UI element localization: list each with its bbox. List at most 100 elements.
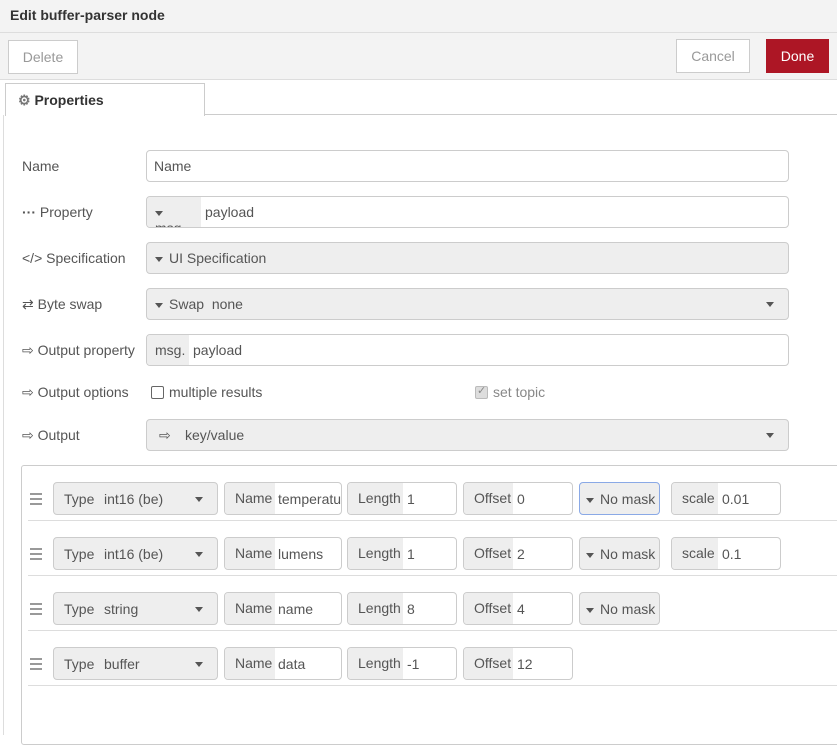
mask-select[interactable]: No mask xyxy=(579,592,660,625)
field-text: Type xyxy=(64,656,95,672)
field-text: temperatu xyxy=(278,491,342,507)
output-options-label: ⇨ Output options xyxy=(22,384,129,400)
property-input[interactable]: msg. payload xyxy=(146,196,789,228)
field-name-input[interactable]: Name data xyxy=(224,647,342,680)
caret-down-icon xyxy=(155,256,163,262)
caret-down-icon xyxy=(586,497,594,503)
length-input[interactable]: Length 1 xyxy=(347,482,457,515)
sign-out-icon: ⇨ xyxy=(22,342,34,358)
field-text: scale xyxy=(672,538,718,569)
sign-out-icon: ⇨ xyxy=(159,427,171,443)
chevron-down-icon xyxy=(195,606,203,612)
code-icon: </> xyxy=(22,250,43,266)
caret-down-icon xyxy=(586,607,594,613)
field-text: 8 xyxy=(407,601,415,617)
mask-select[interactable]: No mask xyxy=(579,482,660,515)
field-text: Length xyxy=(348,593,403,624)
field-text: No mask xyxy=(600,546,656,562)
caret-down-icon xyxy=(155,302,163,308)
field-name-input[interactable]: Name name xyxy=(224,592,342,625)
length-input[interactable]: Length 8 xyxy=(347,592,457,625)
type-selector[interactable]: msg. xyxy=(147,197,201,227)
specification-label: </> Specification xyxy=(22,250,126,266)
multiple-results-checkbox[interactable]: multiple results xyxy=(151,384,262,400)
field-name-input[interactable]: Name temperatu xyxy=(224,482,342,515)
field-text: name xyxy=(278,601,314,617)
cancel-button[interactable]: Cancel xyxy=(676,39,750,73)
drag-handle-icon[interactable] xyxy=(30,658,42,673)
scale-input[interactable]: scale 0.1 xyxy=(671,537,781,570)
field-text: Type xyxy=(64,546,95,562)
type-select[interactable]: Type int16 (be) xyxy=(53,537,218,570)
offset-input[interactable]: Offset 12 xyxy=(463,647,573,680)
name-input[interactable]: Name xyxy=(146,150,789,182)
chevron-down-icon xyxy=(766,432,774,438)
field-text: Offset xyxy=(464,483,513,514)
output-property-label: ⇨ Output property xyxy=(22,342,135,358)
done-button[interactable]: Done xyxy=(766,39,829,73)
toolbar: Delete Cancel Done xyxy=(0,33,837,80)
byteswap-select[interactable]: Swap none xyxy=(146,288,789,320)
drag-handle-icon[interactable] xyxy=(30,493,42,508)
field-text: string xyxy=(104,601,139,617)
chevron-down-icon xyxy=(766,301,774,307)
tab-label: Properties xyxy=(34,92,104,108)
field-list[interactable]: Type int16 (be) Name temperatu Length 1 Off… xyxy=(21,465,837,745)
type-select[interactable]: Type string xyxy=(53,592,218,625)
type-select[interactable]: Type int16 (be) xyxy=(53,482,218,515)
swap-icon: ⇄ xyxy=(22,296,34,312)
set-topic-checkbox[interactable]: set topic xyxy=(475,384,545,400)
sign-out-icon: ⇨ xyxy=(22,427,34,443)
field-text: 0 xyxy=(517,491,525,507)
field-text: Name xyxy=(225,593,275,624)
output-label: ⇨ Output xyxy=(22,427,80,443)
field-text: lumens xyxy=(278,546,324,562)
field-text: Name xyxy=(225,483,275,514)
field-text: 2 xyxy=(517,546,525,562)
delete-button[interactable]: Delete xyxy=(8,40,78,74)
drag-handle-icon[interactable] xyxy=(30,548,42,563)
field-text: 0.01 xyxy=(722,491,750,507)
field-text: No mask xyxy=(600,601,656,617)
field-name-input[interactable]: Name lumens xyxy=(224,537,342,570)
field-row: Type string Name name Length 8 Offset 4 No ma… xyxy=(28,576,837,631)
field-text: Offset xyxy=(464,593,513,624)
field-text: int16 (be) xyxy=(104,546,164,562)
field-text: Name xyxy=(225,538,275,569)
tab-properties[interactable]: ⚙ Properties xyxy=(5,83,205,116)
field-text: Length xyxy=(348,538,403,569)
field-row: Type int16 (be) Name lumens Length 1 Offset… xyxy=(28,521,837,576)
chevron-down-icon xyxy=(195,661,203,667)
output-select[interactable]: ⇨ key/value xyxy=(146,419,789,451)
field-text: buffer xyxy=(104,656,140,672)
mask-select[interactable]: No mask xyxy=(579,537,660,570)
divider xyxy=(3,115,4,735)
offset-input[interactable]: Offset 2 xyxy=(463,537,573,570)
field-text: 1 xyxy=(407,491,415,507)
dialog-title: Edit buffer-parser node xyxy=(0,0,837,33)
field-row: Type buffer Name data Length -1 Offset 12 xyxy=(28,631,837,686)
byteswap-label: ⇄ Byte swap xyxy=(22,296,103,312)
property-label: ··· Property xyxy=(22,204,93,220)
length-input[interactable]: Length 1 xyxy=(347,537,457,570)
offset-input[interactable]: Offset 0 xyxy=(463,482,573,515)
field-text: No mask xyxy=(600,491,656,507)
field-text: Offset xyxy=(464,648,513,679)
output-property-input[interactable]: msg. payload xyxy=(146,334,789,366)
field-text: Type xyxy=(64,491,95,507)
sign-out-icon: ⇨ xyxy=(22,384,34,400)
name-placeholder: Name xyxy=(154,158,192,174)
field-text: Offset xyxy=(464,538,513,569)
field-text: -1 xyxy=(407,656,420,672)
type-select[interactable]: Type buffer xyxy=(53,647,218,680)
offset-input[interactable]: Offset 4 xyxy=(463,592,573,625)
field-text: 4 xyxy=(517,601,525,617)
drag-handle-icon[interactable] xyxy=(30,603,42,618)
field-text: 12 xyxy=(517,656,533,672)
length-input[interactable]: Length -1 xyxy=(347,647,457,680)
specification-select[interactable]: UI Specification xyxy=(146,242,789,274)
checkbox-icon xyxy=(151,386,164,399)
scale-input[interactable]: scale 0.01 xyxy=(671,482,781,515)
field-text: scale xyxy=(672,483,718,514)
divider xyxy=(205,114,837,115)
